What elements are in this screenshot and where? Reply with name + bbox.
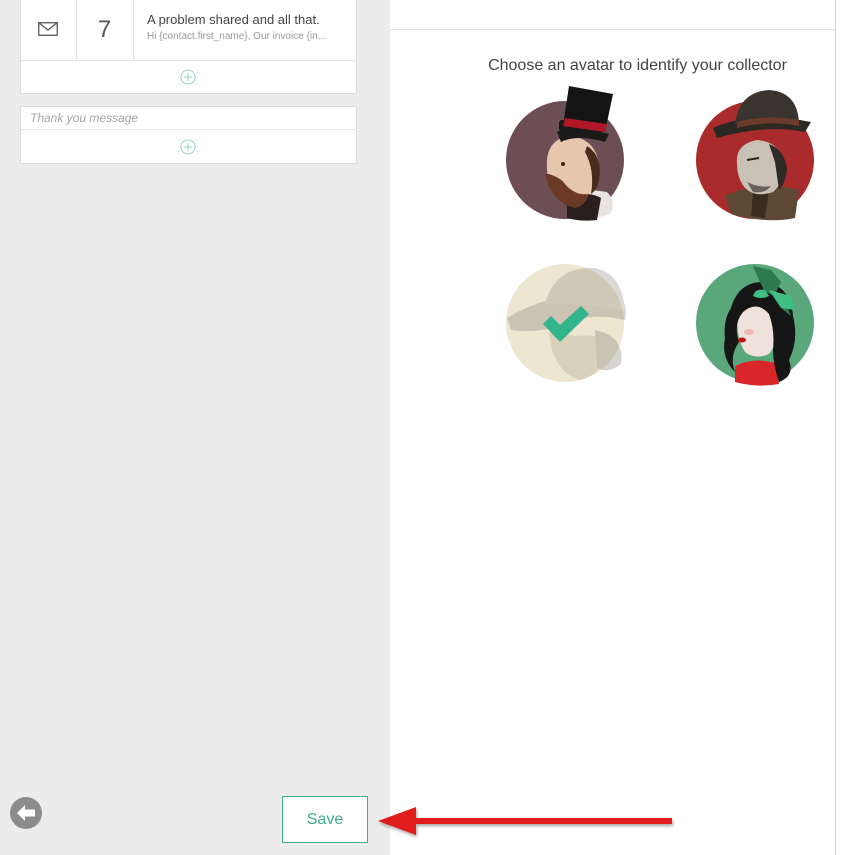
annotation-arrow xyxy=(378,807,672,835)
step-day: 7 xyxy=(76,0,134,60)
thank-you-message-input[interactable] xyxy=(21,107,356,130)
avatar-heading: Choose an avatar to identify your collec… xyxy=(488,57,787,74)
lady-avatar-icon xyxy=(696,264,814,386)
envelope-icon xyxy=(38,22,58,36)
avatar-cowboy[interactable] xyxy=(505,260,626,400)
selected-check-icon xyxy=(543,306,589,342)
avatar-detective[interactable] xyxy=(695,84,815,224)
detective-avatar-icon xyxy=(696,90,814,221)
step-row[interactable]: 7 A problem shared and all that. Hi {con… xyxy=(21,0,356,61)
pane-header xyxy=(390,0,835,30)
add-step-row xyxy=(21,60,356,94)
thank-you-card xyxy=(20,106,357,164)
add-thank-you-row xyxy=(21,130,356,164)
step-text: A problem shared and all that. Hi {conta… xyxy=(147,12,347,42)
step-preview: Hi {contact.first_name}, Our invoice {in… xyxy=(147,31,326,42)
back-arrow-icon[interactable] xyxy=(10,797,42,829)
step-card: 7 A problem shared and all that. Hi {con… xyxy=(20,0,357,94)
avatar-gentleman[interactable] xyxy=(505,84,625,224)
add-thank-you-icon[interactable] xyxy=(180,139,196,155)
sequence-editor-pane: 7 A problem shared and all that. Hi {con… xyxy=(0,0,390,855)
avatar-picker-pane: Choose an avatar to identify your collec… xyxy=(390,0,836,855)
avatar-lady[interactable] xyxy=(695,260,815,400)
step-channel-cell xyxy=(21,0,77,60)
save-button[interactable]: Save xyxy=(282,796,368,843)
add-step-icon[interactable] xyxy=(180,69,196,85)
gentleman-avatar-icon xyxy=(506,86,624,221)
step-title: A problem shared and all that. xyxy=(147,12,320,27)
